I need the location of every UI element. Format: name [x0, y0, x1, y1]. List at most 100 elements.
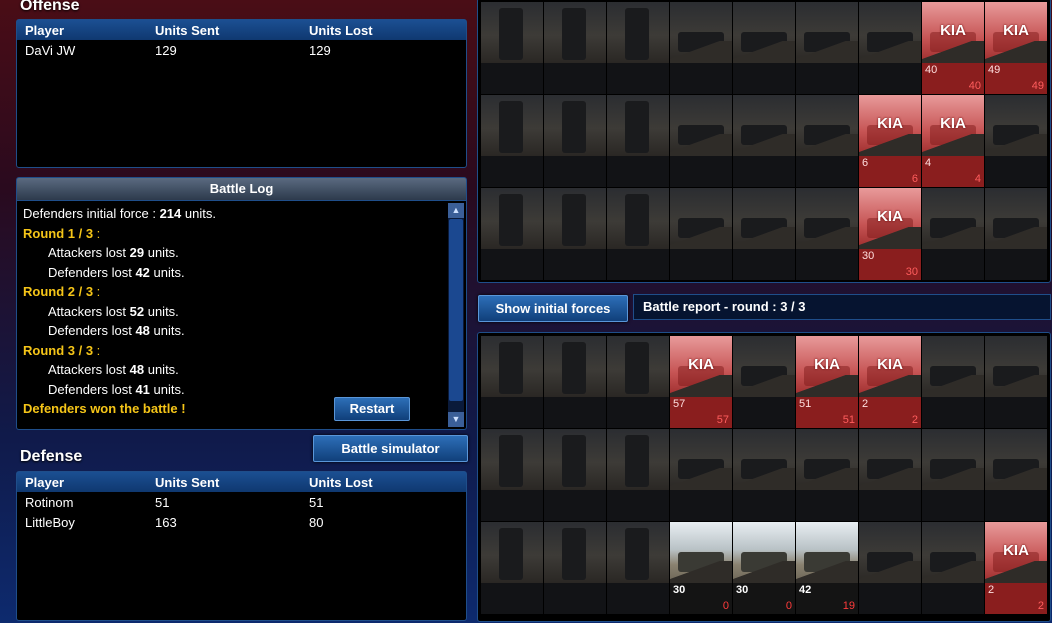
log-line: Attackers lost 48 units.	[48, 362, 179, 377]
units-lost-count: 0	[785, 600, 792, 612]
unit-card: KIA 2 2	[985, 522, 1047, 614]
unit-counts	[796, 490, 858, 521]
vehicle-unit-icon	[859, 2, 921, 63]
unit-card	[859, 522, 921, 614]
vehicle-unit-icon	[985, 429, 1047, 490]
log-line: Defenders lost 42 units.	[48, 264, 185, 280]
vehicle-unit-icon	[733, 2, 795, 63]
units-sent-count: 2	[862, 398, 869, 410]
vehicle-unit-icon	[922, 429, 984, 490]
unit-counts	[733, 156, 795, 187]
unit-card	[733, 336, 795, 428]
units-lost-count: 30	[905, 266, 918, 278]
battle-log-scrollbar[interactable]: ▲ ▼	[448, 203, 464, 427]
units-lost: 80	[309, 514, 324, 530]
show-initial-forces-button[interactable]: Show initial forces	[478, 295, 628, 322]
unit-card	[733, 429, 795, 521]
vehicle-unit-icon	[922, 522, 984, 583]
unit-card: KIA 57 57	[670, 336, 732, 428]
scroll-down-icon[interactable]: ▼	[448, 412, 464, 427]
unit-card	[985, 188, 1047, 280]
vehicle-unit-icon	[985, 336, 1047, 397]
kia-label: KIA	[940, 115, 966, 132]
kia-label: KIA	[940, 22, 966, 39]
soldier-unit-icon	[607, 95, 669, 156]
unit-card	[922, 336, 984, 428]
vehicle-unit-icon	[733, 336, 795, 397]
unit-card	[544, 429, 606, 521]
unit-counts	[544, 156, 606, 187]
unit-counts: 30 30	[859, 249, 921, 280]
soldier-unit-icon	[481, 2, 543, 63]
units-sent: 163	[155, 514, 177, 530]
unit-card: KIA 49 49	[985, 2, 1047, 94]
vehicle-unit-icon	[796, 95, 858, 156]
vehicle-unit-icon	[670, 522, 732, 583]
soldier-unit-icon	[544, 95, 606, 156]
unit-counts	[859, 63, 921, 94]
kia-label: KIA	[688, 356, 714, 373]
unit-card	[922, 522, 984, 614]
col-units-sent: Units Sent	[155, 22, 220, 38]
unit-card	[985, 336, 1047, 428]
soldier-unit-icon	[544, 429, 606, 490]
vehicle-unit-icon	[733, 522, 795, 583]
unit-counts	[733, 397, 795, 428]
unit-counts	[796, 156, 858, 187]
unit-counts: 40 40	[922, 63, 984, 94]
unit-counts	[607, 63, 669, 94]
col-units-lost: Units Lost	[309, 22, 373, 38]
unit-counts	[796, 63, 858, 94]
player-name: LittleBoy	[25, 514, 75, 530]
unit-counts	[670, 63, 732, 94]
soldier-unit-icon	[607, 336, 669, 397]
units-sent: 51	[155, 494, 170, 510]
soldier-unit-icon	[544, 188, 606, 249]
unit-card: 42 19	[796, 522, 858, 614]
units-sent-count: 6	[862, 157, 869, 169]
unit-counts	[544, 397, 606, 428]
table-row: Rotinom 51 51	[17, 492, 466, 512]
unit-card	[481, 95, 543, 187]
units-sent-count: 30	[736, 584, 749, 596]
units-sent-count: 42	[799, 584, 812, 596]
unit-card	[670, 429, 732, 521]
units-sent-count: 30	[862, 250, 875, 262]
unit-card	[544, 95, 606, 187]
soldier-unit-icon	[607, 188, 669, 249]
vehicle-unit-icon	[796, 429, 858, 490]
unit-card	[607, 95, 669, 187]
unit-counts: 66	[859, 156, 921, 187]
unit-counts: 22	[985, 583, 1047, 614]
unit-counts	[922, 490, 984, 521]
battle-log-panel: Battle Log Defenders initial force : 214…	[16, 177, 467, 430]
unit-counts	[796, 249, 858, 280]
unit-card	[481, 188, 543, 280]
unit-counts: 49 49	[985, 63, 1047, 94]
soldier-unit-icon	[607, 2, 669, 63]
unit-card	[859, 429, 921, 521]
units-lost-count: 19	[842, 600, 855, 612]
units-sent-count: 2	[988, 584, 995, 596]
unit-counts	[985, 156, 1047, 187]
scroll-up-icon[interactable]: ▲	[448, 203, 464, 218]
scroll-thumb[interactable]	[449, 219, 463, 401]
unit-counts	[922, 249, 984, 280]
unit-counts	[481, 490, 543, 521]
soldier-unit-icon	[544, 522, 606, 583]
vehicle-unit-icon	[796, 522, 858, 583]
unit-counts	[481, 156, 543, 187]
kia-label: KIA	[877, 115, 903, 132]
battle-log-title: Battle Log	[16, 177, 467, 201]
unit-counts	[607, 397, 669, 428]
units-sent: 129	[155, 42, 177, 58]
vehicle-unit-icon	[670, 429, 732, 490]
units-sent-count: 4	[925, 157, 932, 169]
unit-counts	[481, 249, 543, 280]
unit-counts: 22	[859, 397, 921, 428]
unit-card	[481, 429, 543, 521]
vehicle-unit-icon	[922, 336, 984, 397]
restart-button[interactable]: Restart	[334, 397, 410, 421]
vehicle-unit-icon	[733, 429, 795, 490]
battle-simulator-button[interactable]: Battle simulator	[313, 435, 468, 462]
